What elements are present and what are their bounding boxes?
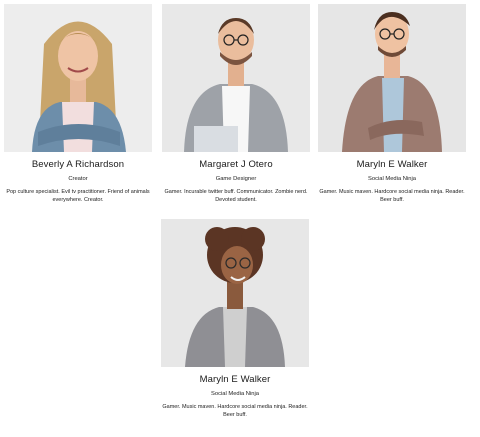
- member-bio: Gamer. Music maven. Hardcore social medi…: [162, 404, 308, 418]
- team-member-card-3: Maryln E Walker Social Media Ninja Gamer…: [318, 4, 466, 204]
- member-bio: Pop culture specialist. Evil tv practiti…: [6, 189, 150, 203]
- member-name: Maryln E Walker: [356, 159, 428, 170]
- man-portrait-icon: [162, 4, 310, 152]
- member-name: Margaret J Otero: [199, 159, 273, 170]
- profile-photo: [4, 4, 152, 152]
- member-name: Beverly A Richardson: [31, 159, 125, 170]
- man-portrait-icon: [318, 4, 466, 152]
- member-role: Game Designer: [215, 176, 257, 182]
- member-bio: Gamer. Incurable twitter buff. Communica…: [164, 189, 308, 203]
- profile-photo: [318, 4, 466, 152]
- team-member-card-1: Beverly A Richardson Creator Pop culture…: [4, 4, 152, 204]
- member-role: Social Media Ninja: [367, 176, 416, 182]
- team-member-card-2: Margaret J Otero Game Designer Gamer. In…: [162, 4, 310, 204]
- woman-portrait-icon: [4, 4, 152, 152]
- team-member-card-4: Maryln E Walker Social Media Ninja Gamer…: [161, 219, 309, 419]
- woman-portrait-icon: [161, 219, 309, 367]
- profile-photo: [161, 219, 309, 367]
- profile-photo: [162, 4, 310, 152]
- member-name: Maryln E Walker: [199, 374, 271, 385]
- member-role: Social Media Ninja: [210, 391, 259, 397]
- member-role: Creator: [68, 176, 88, 182]
- member-bio: Gamer. Music maven. Hardcore social medi…: [319, 189, 465, 203]
